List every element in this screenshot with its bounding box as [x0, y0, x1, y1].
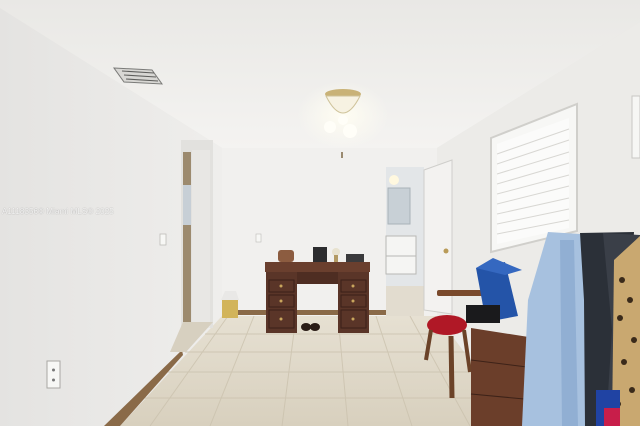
bathroom-mirror [387, 187, 411, 225]
hanging-clothes [522, 232, 640, 426]
door-knob [443, 248, 449, 254]
left-doorway-opening [183, 152, 191, 322]
light-switch [159, 233, 167, 246]
wall-ac-unit [631, 95, 640, 159]
room-photo: A1118356© Miami MLS© 2025 [0, 0, 640, 426]
shopping-bag [222, 300, 238, 318]
photo-watermark: A1118356© Miami MLS© 2025 [2, 207, 114, 216]
desk-lamp [332, 248, 340, 256]
desk-basket [278, 250, 294, 262]
bathroom-vanity [385, 235, 417, 275]
wall-outlet [46, 360, 61, 389]
shoes [301, 323, 311, 331]
desk-books [346, 254, 364, 262]
desk-organizer [313, 247, 327, 262]
back-wall-outlet [255, 233, 262, 243]
